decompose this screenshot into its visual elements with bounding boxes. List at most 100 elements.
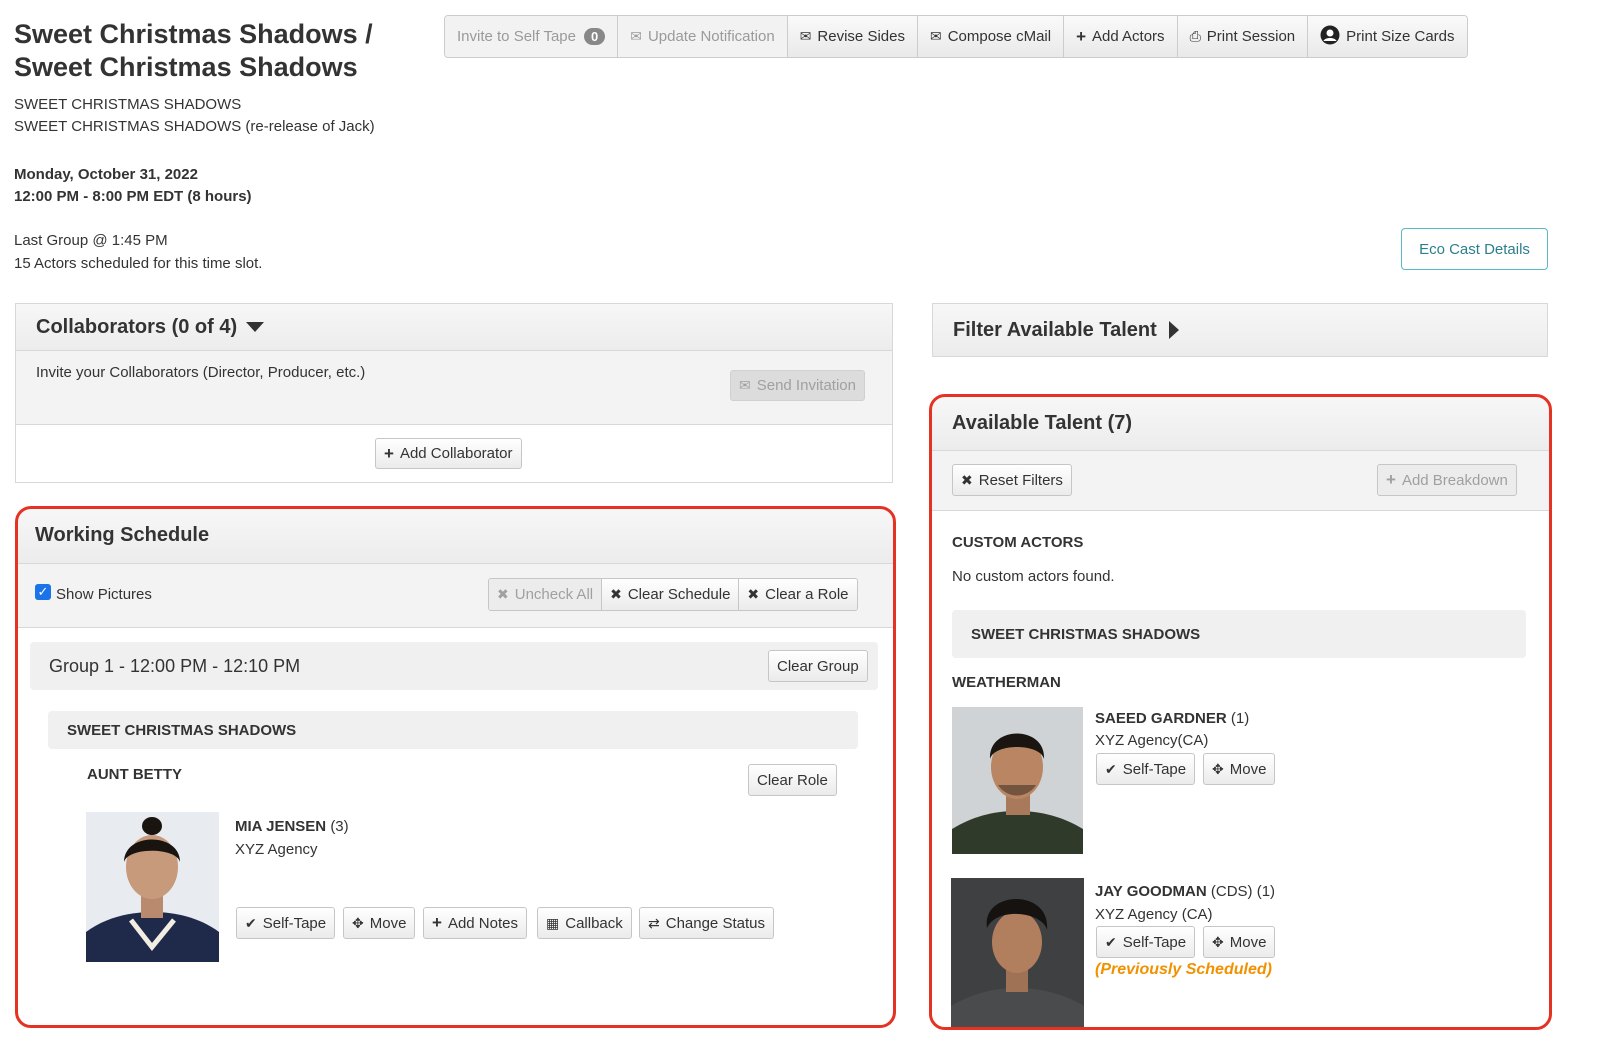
print-size-cards-button[interactable]: Print Size Cards — [1308, 16, 1467, 57]
custom-actors-heading: CUSTOM ACTORS — [952, 534, 1084, 551]
talent-count: (CDS) (1) — [1210, 883, 1276, 900]
caret-down-icon — [246, 322, 265, 332]
project-bar: SWEET CHRISTMAS SHADOWS — [48, 711, 858, 749]
add-notes-label: Add Notes — [447, 914, 518, 932]
invite-self-tape-button[interactable]: Invite to Self Tape 0 — [445, 16, 619, 57]
available-talent-panel: Available Talent (7) ✖ Reset Filters + A… — [932, 397, 1550, 1029]
add-actors-button[interactable]: + Add Actors — [1064, 16, 1178, 57]
self-tape-button[interactable]: ✔ Self-Tape — [236, 907, 336, 939]
clear-schedule-button[interactable]: ✖ Clear Schedule — [602, 579, 740, 610]
filter-talent-header[interactable]: Filter Available Talent — [933, 304, 1547, 356]
close-icon: ✖ — [961, 471, 973, 488]
user-circle-icon — [1320, 25, 1340, 48]
actor-photo — [951, 878, 1084, 1029]
invite-collaborators-text: Invite your Collaborators (Director, Pro… — [36, 364, 366, 381]
talent-role-name: WEATHERMAN — [952, 674, 1061, 691]
compose-cmail-button[interactable]: ✉ Compose cMail — [917, 16, 1065, 57]
printer-icon: ⎙ — [1189, 28, 1201, 44]
self-tape-button[interactable]: ✔ Self-Tape — [1096, 926, 1196, 958]
clear-group-button[interactable]: Clear Group — [768, 650, 868, 682]
talent-name[interactable]: JAY GOODMAN — [1095, 883, 1207, 900]
actor-photo — [86, 812, 219, 962]
check-icon: ✔ — [1105, 760, 1117, 777]
send-invitation-button[interactable]: ✉ Send Invitation — [730, 370, 865, 401]
callback-button[interactable]: ▦ Callback — [537, 907, 632, 939]
collaborators-header[interactable]: Collaborators (0 of 4) — [16, 304, 892, 351]
invite-count-badge: 0 — [583, 28, 606, 45]
collaborators-panel: Collaborators (0 of 4) Invite your Colla… — [15, 303, 893, 483]
change-status-button[interactable]: ⇄ Change Status — [639, 907, 774, 939]
envelope-icon: ✉ — [630, 28, 642, 44]
project-name: SWEET CHRISTMAS SHADOWS — [14, 96, 242, 113]
actor-photo — [952, 707, 1083, 854]
talent-name[interactable]: SAEED GARDNER — [1095, 710, 1227, 727]
print-session-button[interactable]: ⎙ Print Session — [1177, 16, 1309, 57]
clear-a-role-button[interactable]: ✖ Clear a Role — [739, 579, 857, 610]
previously-scheduled-note: (Previously Scheduled) — [1095, 961, 1272, 978]
eco-cast-details-button[interactable]: Eco Cast Details — [1401, 228, 1548, 270]
available-talent-header: Available Talent (7) — [932, 397, 1550, 451]
talent-name-line: JAY GOODMAN (CDS) (1) — [1095, 883, 1275, 900]
shuffle-icon: ⇄ — [648, 914, 660, 931]
move-label: Move — [369, 914, 407, 932]
add-breakdown-button[interactable]: + Add Breakdown — [1377, 464, 1517, 496]
add-notes-button[interactable]: + Add Notes — [423, 907, 527, 939]
close-icon: ✖ — [610, 586, 622, 602]
talent-name-line: SAEED GARDNER (1) — [1095, 710, 1249, 727]
plus-icon: + — [1076, 26, 1087, 46]
caret-right-icon — [1168, 321, 1179, 339]
self-tape-label: Self-Tape — [1122, 933, 1187, 951]
talent-project-label: SWEET CHRISTMAS SHADOWS — [971, 625, 1201, 643]
check-icon: ✔ — [245, 914, 257, 931]
actor-count: (3) — [330, 818, 349, 835]
add-actors-label: Add Actors — [1092, 28, 1165, 45]
last-group: Last Group @ 1:45 PM — [14, 232, 168, 249]
actors-scheduled: 15 Actors scheduled for this time slot. — [14, 255, 263, 272]
working-schedule-title: Working Schedule — [35, 524, 210, 546]
talent-count: (1) — [1230, 710, 1250, 727]
plus-icon: + — [384, 443, 394, 463]
move-label: Move — [1229, 933, 1267, 951]
add-collaborator-button[interactable]: + Add Collaborator — [375, 438, 522, 469]
show-pictures-checkbox[interactable]: ✓ — [35, 584, 51, 600]
move-icon: ✥ — [1212, 760, 1224, 777]
move-button[interactable]: ✥ Move — [1203, 926, 1276, 958]
move-label: Move — [1229, 760, 1267, 778]
group-label: Group 1 - 12:00 PM - 12:10 PM — [49, 655, 301, 676]
project-subtitle: SWEET CHRISTMAS SHADOWS (re-release of J… — [14, 118, 375, 135]
talent-agency: XYZ Agency(CA) — [1095, 732, 1209, 749]
group-bar: Group 1 - 12:00 PM - 12:10 PM — [30, 642, 878, 690]
working-schedule-panel: Working Schedule ✓ Show Pictures ✖ Unche… — [15, 508, 893, 1028]
collaborators-title: Collaborators (0 of 4) — [36, 315, 238, 338]
callback-label: Callback — [565, 914, 623, 932]
compose-cmail-label: Compose cMail — [947, 28, 1052, 45]
calendar-icon: ▦ — [546, 914, 560, 931]
page-title: Sweet Christmas Shadows / Sweet Christma… — [14, 19, 373, 82]
filter-talent-title: Filter Available Talent — [953, 318, 1157, 341]
session-time: 12:00 PM - 8:00 PM EDT (8 hours) — [14, 188, 252, 205]
envelope-icon: ✉ — [799, 28, 812, 44]
actor-name[interactable]: MIA JENSEN — [235, 818, 326, 835]
clear-role-button[interactable]: Clear Role — [748, 764, 837, 796]
move-icon: ✥ — [1212, 933, 1224, 950]
add-breakdown-label: Add Breakdown — [1401, 471, 1508, 489]
uncheck-all-button[interactable]: ✖ Uncheck All — [489, 579, 603, 610]
self-tape-label: Self-Tape — [262, 914, 327, 932]
plus-icon: + — [1386, 470, 1396, 489]
update-notification-label: Update Notification — [647, 28, 775, 45]
show-pictures-label: Show Pictures — [56, 586, 152, 603]
envelope-icon: ✉ — [929, 28, 942, 44]
self-tape-button[interactable]: ✔ Self-Tape — [1096, 753, 1196, 785]
invite-self-tape-label: Invite to Self Tape — [457, 28, 576, 45]
reset-filters-button[interactable]: ✖ Reset Filters — [952, 464, 1072, 496]
schedule-button-group: ✖ Uncheck All ✖ Clear Schedule ✖ Clear a… — [488, 578, 858, 611]
print-session-label: Print Session — [1206, 28, 1296, 45]
update-notification-button[interactable]: ✉ Update Notification — [618, 16, 788, 57]
revise-sides-button[interactable]: ✉ Revise Sides — [787, 16, 918, 57]
move-button[interactable]: ✥ Move — [1203, 753, 1276, 785]
working-schedule-header: Working Schedule — [15, 508, 893, 564]
add-collaborator-label: Add Collaborator — [399, 445, 513, 462]
move-button[interactable]: ✥ Move — [343, 907, 416, 939]
plus-icon: + — [432, 913, 442, 932]
move-icon: ✥ — [352, 914, 364, 931]
